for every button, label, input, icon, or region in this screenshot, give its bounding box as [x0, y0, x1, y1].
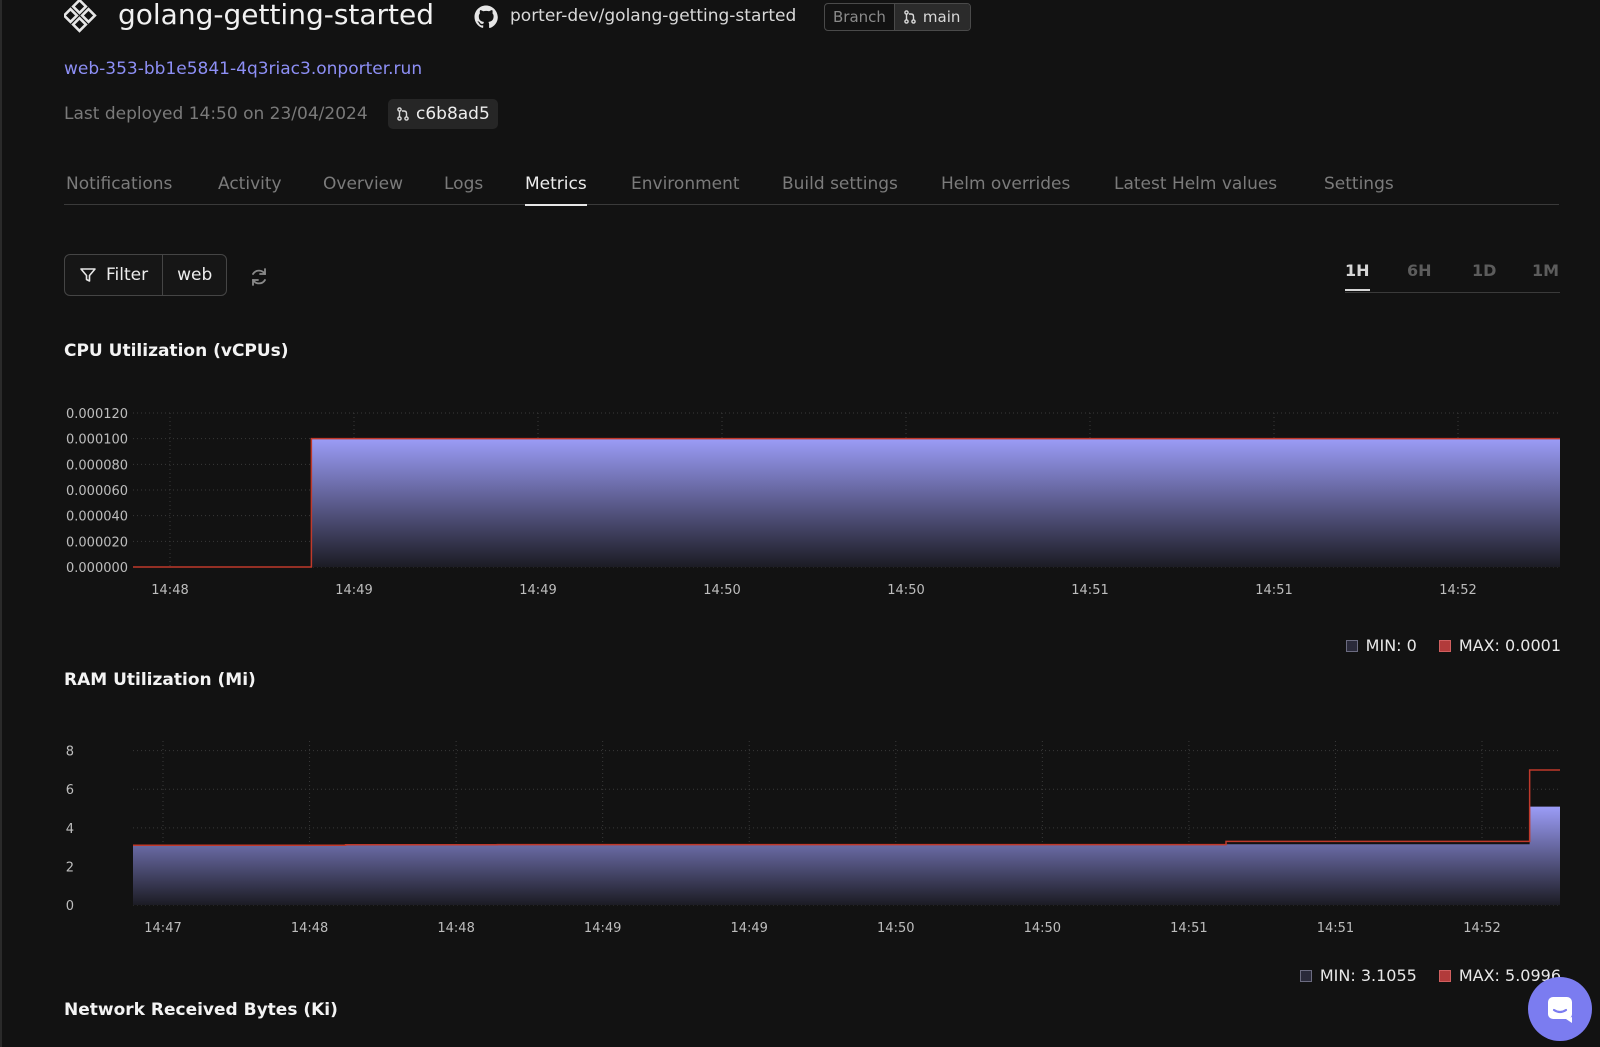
- legend-min-swatch: [1299, 969, 1312, 982]
- tab-helm-overrides[interactable]: Helm overrides: [941, 174, 1070, 194]
- x-tick-label: 14:49: [335, 583, 372, 598]
- git-commit-icon: [397, 107, 409, 121]
- range-1d[interactable]: 1D: [1472, 261, 1496, 280]
- x-tick-label: 14:48: [151, 583, 188, 598]
- x-tick-label: 14:51: [1317, 921, 1354, 936]
- x-tick-label: 14:50: [887, 583, 924, 598]
- app-url-link[interactable]: web-353-bb1e5841-4q3riac3.onporter.run: [64, 59, 422, 79]
- tab-logs[interactable]: Logs: [444, 174, 483, 194]
- x-tick-label: 14:50: [703, 583, 740, 598]
- tab-settings[interactable]: Settings: [1324, 174, 1394, 194]
- funnel-icon: [80, 268, 96, 282]
- y-tick-label: 0.000020: [66, 535, 128, 550]
- x-tick-label: 14:52: [1439, 583, 1476, 598]
- x-tick-label: 14:50: [1024, 921, 1061, 936]
- legend-min-swatch: [1345, 639, 1358, 652]
- range-6h[interactable]: 6H: [1407, 261, 1432, 280]
- series-min-area: [133, 806, 1560, 905]
- tab-notifications[interactable]: Notifications: [66, 174, 172, 194]
- commit-badge[interactable]: c6b8ad5: [388, 99, 498, 129]
- y-tick-label: 0.000040: [66, 510, 128, 525]
- repo-link[interactable]: porter-dev/golang-getting-started: [510, 6, 796, 26]
- porter-logo-icon: [64, 0, 97, 33]
- x-tick-label: 14:49: [584, 921, 621, 936]
- x-tick-label: 14:49: [730, 921, 767, 936]
- tab-metrics[interactable]: Metrics: [525, 174, 587, 206]
- y-tick-label: 6: [66, 783, 74, 798]
- y-tick-label: 2: [66, 860, 74, 875]
- x-tick-label: 14:47: [144, 921, 181, 936]
- tab-build-settings[interactable]: Build settings: [782, 174, 898, 194]
- x-tick-label: 14:51: [1071, 583, 1108, 598]
- cpu-legend: MIN: 0 MAX: 0.0001: [1345, 636, 1561, 655]
- ram-legend: MIN: 3.1055 MAX: 5.0996: [1299, 966, 1561, 985]
- cpu-legend-min: MIN: 0: [1365, 636, 1417, 655]
- filter-button[interactable]: Filter: [65, 255, 164, 295]
- tab-overview[interactable]: Overview: [323, 174, 403, 194]
- branch-label: Branch: [833, 8, 886, 26]
- branch-value-box[interactable]: main: [893, 4, 971, 30]
- y-tick-label: 0.000060: [66, 484, 128, 499]
- filter-label: Filter: [106, 265, 149, 285]
- tab-activity[interactable]: Activity: [218, 174, 282, 194]
- cpu-chart: 0.000000 0.000020 0.000040 0.000060 0.000080…: [66, 407, 1560, 598]
- x-tick-label: 14:51: [1170, 921, 1207, 936]
- x-tick-label: 14:49: [519, 583, 556, 598]
- y-tick-label: 0: [66, 899, 74, 914]
- y-tick-label: 8: [66, 745, 74, 760]
- legend-max-swatch: [1438, 969, 1451, 982]
- branch-value: main: [922, 8, 961, 26]
- range-1h[interactable]: 1H: [1345, 261, 1370, 291]
- x-tick-label: 14:50: [877, 921, 914, 936]
- y-tick-label: 0.000000: [66, 561, 128, 576]
- y-tick-label: 4: [66, 822, 74, 837]
- y-tick-label: 0.000080: [66, 458, 128, 473]
- git-branch-icon: [904, 10, 916, 24]
- ram-legend-min: MIN: 3.1055: [1319, 966, 1417, 985]
- range-1m[interactable]: 1M: [1532, 261, 1559, 280]
- y-tick-label: 0.000120: [66, 407, 128, 422]
- cpu-chart-title: CPU Utilization (vCPUs): [64, 341, 289, 361]
- github-icon: [474, 5, 498, 29]
- filter-control: Filter web: [64, 254, 228, 296]
- series-min-area: [133, 438, 1560, 567]
- x-tick-label: 14:52: [1463, 921, 1500, 936]
- commit-hash: c6b8ad5: [416, 104, 490, 124]
- x-tick-label: 14:51: [1255, 583, 1292, 598]
- filter-value[interactable]: web: [163, 255, 226, 295]
- chat-button[interactable]: [1528, 977, 1592, 1041]
- x-tick-label: 14:48: [437, 921, 474, 936]
- app-title: golang-getting-started: [118, 0, 435, 31]
- series-max-line: [133, 769, 1560, 846]
- branch-selector[interactable]: Branch main: [824, 3, 972, 31]
- x-tick-label: 14:48: [291, 921, 328, 936]
- last-deployed-text: Last deployed 14:50 on 23/04/2024: [64, 104, 368, 124]
- refresh-icon[interactable]: [248, 266, 270, 288]
- cpu-legend-max: MAX: 0.0001: [1458, 636, 1561, 655]
- tab-latest-helm-values[interactable]: Latest Helm values: [1114, 174, 1277, 194]
- legend-max-swatch: [1438, 639, 1451, 652]
- ram-chart-title: RAM Utilization (Mi): [64, 670, 256, 690]
- page-edge: [0, 0, 2, 1047]
- network-chart-title: Network Received Bytes (Ki): [64, 1000, 338, 1020]
- time-range-selector: 1H 6H 1D 1M: [1345, 255, 1560, 293]
- tab-environment[interactable]: Environment: [631, 174, 740, 194]
- y-tick-label: 0.000100: [66, 433, 128, 448]
- tab-bar: Notifications Activity Overview Logs Met…: [64, 170, 1559, 206]
- ram-chart: 0 2 4 6 8 14:47 14:48 14:48 14:49 14:49 14:50 14:50…: [66, 741, 1560, 936]
- chat-bubble-icon: [1548, 997, 1572, 1023]
